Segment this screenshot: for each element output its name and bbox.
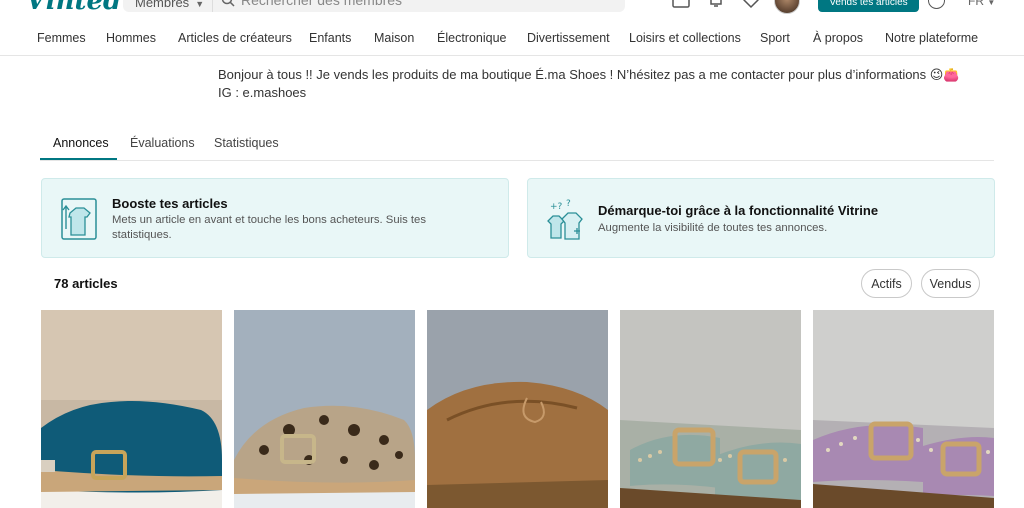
category-maison[interactable]: Maison	[374, 31, 414, 45]
search-scope-label: Membres	[135, 0, 190, 10]
product-card-lilac-buckle-sandal[interactable]	[813, 310, 994, 508]
category-a-propos[interactable]: À propos	[813, 31, 863, 45]
category-electronique[interactable]: Électronique	[437, 31, 507, 45]
profile-tabs: Annonces Évaluations Statistiques	[40, 132, 994, 161]
product-image	[427, 310, 608, 508]
svg-text:+?: +?	[550, 202, 563, 212]
filter-active-button[interactable]: Actifs	[861, 269, 912, 298]
filter-sold-button[interactable]: Vendus	[921, 269, 980, 298]
promo-text: Mets un article en avant et touche les b…	[112, 214, 426, 241]
tab-statistiques[interactable]: Statistiques	[214, 136, 279, 150]
search-icon	[221, 0, 235, 7]
category-femmes[interactable]: Femmes	[37, 31, 86, 45]
language-selector[interactable]: FR ▼	[968, 0, 995, 8]
product-image	[41, 310, 222, 508]
promo-text: Augmente la visibilité de toutes tes ann…	[598, 222, 828, 234]
category-divertissement[interactable]: Divertissement	[527, 31, 610, 45]
boost-shirt-icon	[61, 198, 97, 240]
vitrine-shirts-icon: +? ?	[547, 199, 583, 240]
svg-text:?: ?	[566, 199, 571, 209]
product-card-mint-buckle-sandal[interactable]	[620, 310, 801, 508]
language-label: FR	[968, 0, 984, 8]
promo-card-vitrine[interactable]: +? ? Démarque-toi grâce à la fonctionnal…	[527, 178, 995, 258]
tab-annonces[interactable]: Annonces	[53, 136, 109, 150]
chevron-down-icon: ▼	[195, 0, 205, 9]
category-createurs[interactable]: Articles de créateurs	[178, 31, 292, 45]
category-enfants[interactable]: Enfants	[309, 31, 351, 45]
chevron-down-icon: ▼	[987, 0, 996, 7]
promo-title: Démarque-toi grâce à la fonctionnalité V…	[598, 203, 879, 218]
bio-line-2: IG : e.mashoes	[218, 84, 307, 100]
category-notre-plateforme[interactable]: Notre plateforme	[885, 31, 978, 45]
sell-items-button[interactable]: Vends tes articles	[818, 0, 919, 12]
profile-bio: Bonjour à tous !! Je vends les produits …	[218, 66, 960, 101]
top-header: Vinted Membres ▼ Vends tes articles FR ▼	[0, 0, 1024, 20]
search-bar: Membres ▼	[123, 0, 625, 12]
category-nav: Femmes Hommes Articles de créateurs Enfa…	[0, 20, 1024, 56]
tab-evaluations[interactable]: Évaluations	[130, 136, 195, 150]
active-tab-indicator	[40, 158, 117, 160]
article-count: 78 articles	[54, 276, 118, 291]
heart-icon[interactable]	[741, 0, 761, 10]
product-card-tan-moccasin[interactable]	[427, 310, 608, 508]
bell-icon[interactable]	[706, 0, 726, 10]
category-sport[interactable]: Sport	[760, 31, 790, 45]
promo-card-boost[interactable]: Booste tes articles Mets un article en a…	[41, 178, 509, 258]
help-icon[interactable]	[928, 0, 945, 9]
category-hommes[interactable]: Hommes	[106, 31, 156, 45]
product-card-blue-suede-clog[interactable]	[41, 310, 222, 508]
product-image	[813, 310, 994, 508]
inbox-icon[interactable]	[671, 0, 691, 10]
category-loisirs[interactable]: Loisirs et collections	[629, 31, 741, 45]
vinted-logo[interactable]: Vinted	[26, 0, 121, 16]
search-input[interactable]	[241, 0, 611, 8]
search-scope-dropdown[interactable]: Membres ▼	[123, 0, 213, 12]
bio-line-1: Bonjour à tous !! Je vends les produits …	[218, 67, 960, 82]
product-image	[620, 310, 801, 508]
product-image	[234, 310, 415, 508]
user-avatar[interactable]	[774, 0, 800, 14]
product-card-leopard-clog[interactable]	[234, 310, 415, 508]
promo-title: Booste tes articles	[112, 196, 228, 211]
